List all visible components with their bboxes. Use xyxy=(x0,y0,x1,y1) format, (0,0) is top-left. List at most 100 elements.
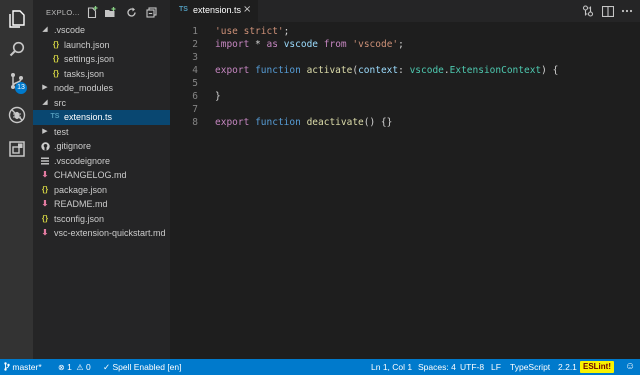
new-folder-icon[interactable] xyxy=(103,5,117,19)
search-button[interactable] xyxy=(0,32,33,65)
code-token: vscode xyxy=(283,39,319,50)
branch-name: master* xyxy=(12,362,42,372)
tree-file-extension-ts[interactable]: TS extension.ts xyxy=(33,110,170,125)
code-token: ; xyxy=(398,39,404,50)
eslint-indicator[interactable]: ESLint! xyxy=(580,361,614,373)
explorer-title: EXPLO... xyxy=(46,8,80,17)
more-icon[interactable] xyxy=(620,4,634,18)
code-token: as xyxy=(266,39,278,50)
tree-file-tsconfig-json[interactable]: {} tsconfig.json xyxy=(33,212,170,227)
chevron-right-icon: ▶ xyxy=(42,84,48,91)
code-token: function xyxy=(255,117,301,128)
tree-file-quickstart-md[interactable]: ⬇ vsc-extension-quickstart.md xyxy=(33,226,170,241)
line-number: 6 xyxy=(192,91,198,102)
chevron-down-icon: ◢ xyxy=(42,26,48,33)
explorer-header: EXPLO... xyxy=(33,0,170,24)
code-line: } xyxy=(215,90,221,103)
debug-button[interactable] xyxy=(0,98,33,131)
code-token: deactivate xyxy=(306,117,364,128)
code-token: export xyxy=(215,117,250,128)
branch-indicator[interactable]: master* xyxy=(4,359,42,375)
tree-folder-test[interactable]: ▶ test xyxy=(33,125,170,140)
indentation-setting[interactable]: Spaces: 4 xyxy=(418,359,456,375)
code-token: ; xyxy=(283,26,290,37)
typescript-version[interactable]: 2.2.1 xyxy=(558,359,577,375)
typescript-file-icon: TS xyxy=(50,113,60,120)
line-number: 3 xyxy=(192,52,198,63)
json-file-icon: {} xyxy=(41,184,49,194)
tree-file-package-json[interactable]: {} package.json xyxy=(33,183,170,198)
debug-icon xyxy=(8,106,26,124)
activity-bar: 13 xyxy=(0,0,33,359)
tree-folder-src[interactable]: ◢ src xyxy=(33,96,170,111)
language-mode[interactable]: TypeScript xyxy=(510,359,550,375)
explorer-button[interactable] xyxy=(0,2,33,35)
code-token: ) { xyxy=(541,65,559,76)
warning-icon: ⚠ xyxy=(74,363,84,372)
check-icon: ✓ xyxy=(103,362,111,372)
code-token: context xyxy=(358,65,399,76)
error-count: 1 xyxy=(67,362,72,372)
split-editor-icon[interactable] xyxy=(601,4,615,18)
code-token: * xyxy=(249,39,267,50)
cursor-position[interactable]: Ln 1, Col 1 xyxy=(371,359,412,375)
extensions-button[interactable] xyxy=(0,132,33,165)
code-token: activate xyxy=(306,65,353,76)
search-icon xyxy=(9,41,25,57)
code-token: : xyxy=(398,65,410,76)
code-token: from xyxy=(323,39,347,50)
json-file-icon: {} xyxy=(52,54,60,63)
code-line: 'use strict'; xyxy=(215,25,289,38)
tab-extension-ts[interactable]: TS extension.ts × xyxy=(170,0,258,22)
json-file-icon: {} xyxy=(52,68,60,78)
code-editor[interactable]: 12345678 'use strict'; import * as vscode… xyxy=(170,22,640,359)
markdown-file-icon: ⬇ xyxy=(41,170,49,179)
explorer-sidebar: EXPLO... ◢ .vscode {} launch.json {} set… xyxy=(33,0,170,359)
tree-file-settings-json[interactable]: {} settings.json xyxy=(33,52,170,67)
tree-file-changelog-md[interactable]: ⬇ CHANGELOG.md xyxy=(33,168,170,183)
encoding-setting[interactable]: UTF-8 xyxy=(460,359,484,375)
tab-label: extension.ts xyxy=(193,5,242,15)
line-number: 8 xyxy=(192,117,198,128)
line-number: 7 xyxy=(192,104,198,115)
code-line: import * as vscode from 'vscode'; xyxy=(215,38,404,51)
line-number: 5 xyxy=(192,78,198,89)
tree-file-readme-md[interactable]: ⬇ README.md xyxy=(33,197,170,212)
code-token: 'vscode' xyxy=(352,39,399,50)
close-icon[interactable]: × xyxy=(243,4,251,15)
eol-setting[interactable]: LF xyxy=(491,359,501,375)
code-line: export function activate(context: vscode… xyxy=(215,64,558,77)
tree-file-tasks-json[interactable]: {} tasks.json xyxy=(33,67,170,82)
code-token: export xyxy=(215,65,250,76)
code-token: () {} xyxy=(363,117,393,128)
markdown-file-icon: ⬇ xyxy=(41,199,49,208)
code-token: ExtensionContext xyxy=(449,65,542,76)
code-token: import xyxy=(215,39,250,50)
tree-file-vscodeignore[interactable]: .vscodeignore xyxy=(33,154,170,169)
status-bar: master* ⊗ 1 ⚠ 0 ✓ Spell Enabled [en] Ln … xyxy=(0,359,640,375)
tree-folder-vscode[interactable]: ◢ .vscode xyxy=(33,23,170,38)
chevron-right-icon: ▶ xyxy=(42,127,48,135)
tree-file-gitignore[interactable]: .gitignore xyxy=(33,139,170,154)
code-token: function xyxy=(255,65,301,76)
open-changes-icon[interactable] xyxy=(581,4,595,18)
line-number: 4 xyxy=(192,65,198,76)
feedback-smiley-icon[interactable]: ☺ xyxy=(625,359,635,375)
new-file-icon[interactable] xyxy=(85,5,99,19)
editor-tab-bar: TS extension.ts × xyxy=(170,0,640,22)
source-control-button[interactable]: 13 xyxy=(0,64,33,97)
spell-label: Spell Enabled [en] xyxy=(112,362,182,372)
tree-folder-node-modules[interactable]: ▶ node_modules xyxy=(33,81,170,96)
json-file-icon: {} xyxy=(52,39,60,49)
spell-checker-indicator[interactable]: ✓ Spell Enabled [en] xyxy=(103,359,182,375)
collapse-all-icon[interactable] xyxy=(144,5,158,19)
refresh-icon[interactable] xyxy=(124,5,138,19)
files-icon xyxy=(8,9,25,28)
tree-file-launch-json[interactable]: {} launch.json xyxy=(33,38,170,53)
error-icon: ⊗ xyxy=(58,363,65,372)
warning-count: 0 xyxy=(85,362,91,372)
source-control-badge: 13 xyxy=(15,82,27,94)
code-token: 'use strict' xyxy=(215,26,284,37)
markdown-file-icon: ⬇ xyxy=(41,228,49,237)
problems-indicator[interactable]: ⊗ 1 ⚠ 0 xyxy=(58,359,91,375)
